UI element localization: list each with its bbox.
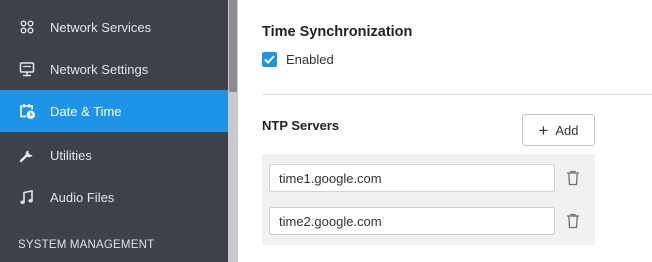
scrollbar-thumb[interactable] [229, 0, 237, 92]
enabled-checkbox-row[interactable]: Enabled [262, 52, 334, 67]
sidebar-item-label: Date & Time [50, 103, 122, 119]
wrench-icon [18, 146, 36, 164]
network-services-icon [18, 18, 36, 36]
date-time-panel: Time Synchronization Enabled NTP Servers… [238, 0, 652, 262]
sidebar-item-label: Audio Files [50, 189, 115, 205]
sidebar-scrollbar[interactable] [228, 0, 238, 262]
sidebar: Network Services Network Settings Date &… [0, 0, 228, 262]
add-server-button[interactable]: + Add [522, 114, 595, 146]
calendar-clock-icon [18, 102, 36, 120]
sidebar-item-network-services[interactable]: Network Services [0, 6, 228, 48]
sidebar-item-label: Utilities [50, 147, 92, 163]
monitor-icon [18, 60, 36, 78]
sidebar-item-network-settings[interactable]: Network Settings [0, 48, 228, 90]
add-button-label: Add [555, 122, 579, 138]
ntp-servers-label: NTP Servers [262, 118, 340, 133]
ntp-server-input[interactable] [269, 164, 555, 192]
sidebar-item-audio-files[interactable]: Audio Files [0, 176, 228, 218]
ntp-server-input[interactable] [269, 207, 555, 235]
time-sync-title: Time Synchronization [262, 24, 413, 40]
enabled-checkbox[interactable] [262, 52, 277, 67]
sidebar-item-utilities[interactable]: Utilities [0, 134, 228, 176]
checkmark-icon [264, 55, 275, 64]
ntp-servers-list [262, 154, 595, 245]
divider [262, 94, 652, 95]
sidebar-item-date-time[interactable]: Date & Time [0, 90, 228, 132]
sidebar-item-label: Network Services [50, 19, 152, 35]
enabled-label: Enabled [286, 52, 334, 67]
sidebar-section-header: SYSTEM MANAGEMENT [18, 239, 155, 251]
music-note-icon [18, 188, 36, 206]
trash-icon[interactable] [566, 213, 580, 229]
sidebar-item-label: Network Settings [50, 61, 149, 77]
plus-icon: + [538, 120, 549, 140]
trash-icon[interactable] [566, 170, 580, 186]
